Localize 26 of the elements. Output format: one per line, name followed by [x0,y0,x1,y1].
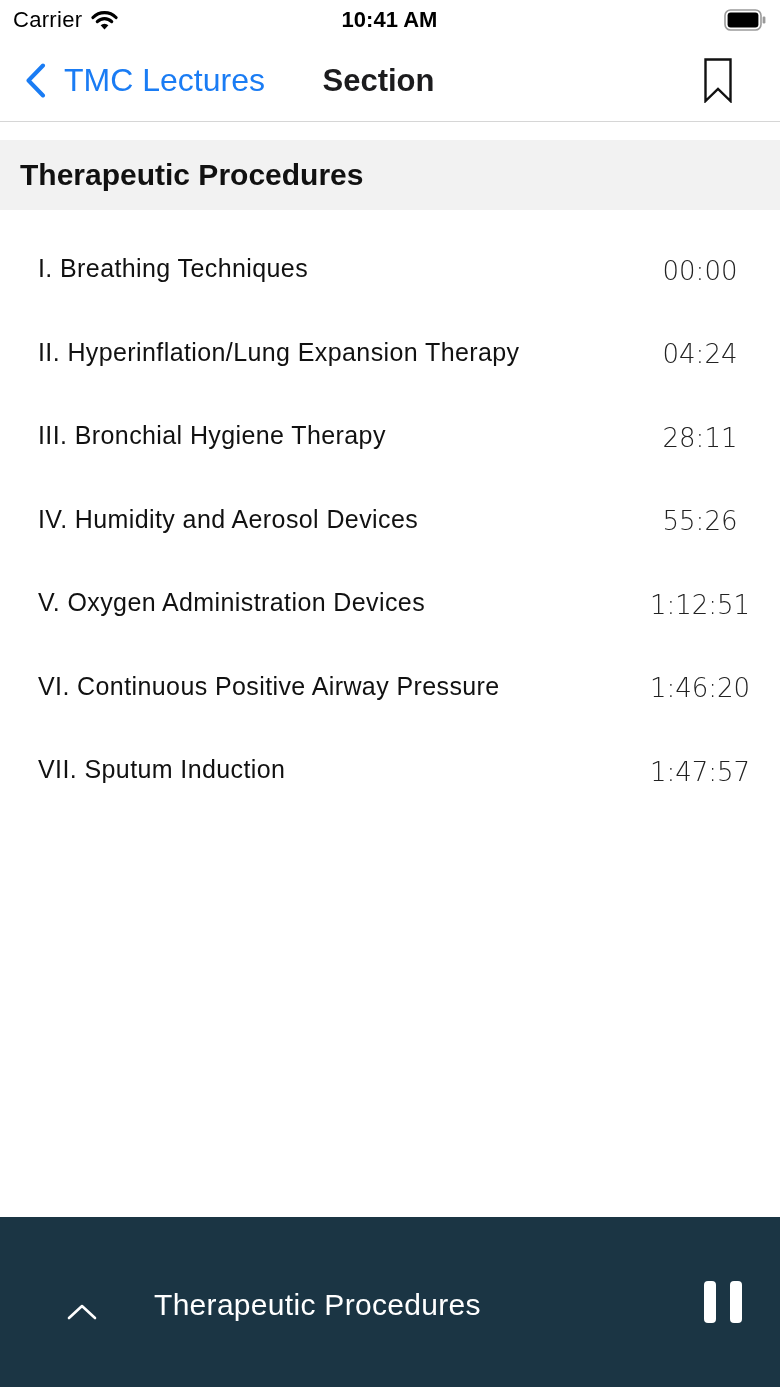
chapter-time: 1:12:51 [648,589,752,620]
bookmark-icon[interactable] [704,58,732,103]
chapter-time: 55:26 [661,506,739,537]
chapter-title[interactable]: IV. Humidity and Aerosol Devices [38,504,640,534]
pause-icon[interactable] [704,1281,742,1323]
chapter-title[interactable]: VI. Continuous Positive Airway Pressure [38,671,640,701]
chapter-time: 00:00 [661,255,739,286]
chapter-title[interactable]: II. Hyperinflation/Lung Expansion Therapy [38,337,640,367]
chapter-time: 28:11 [661,422,739,453]
chapter-title[interactable]: I. Breathing Techniques [38,254,640,284]
chapter-title[interactable]: V. Oxygen Administration Devices [38,588,640,618]
carrier-label: Carrier [13,7,83,33]
chevron-up-icon[interactable] [67,1302,97,1320]
chapter-title[interactable]: VII. Sputum Induction [38,755,640,785]
wifi-icon [91,10,119,30]
nav-title: Section [322,62,435,99]
back-button[interactable]: TMC Lectures [25,62,265,99]
section-title: Therapeutic Procedures [20,158,364,192]
back-chevron-icon [25,63,46,98]
chapter-time: 1:46:20 [648,673,752,704]
battery-icon [724,9,766,31]
chapter-time: 1:47:57 [648,756,752,787]
player-title: Therapeutic Procedures [154,1288,482,1322]
chapter-title[interactable]: III. Bronchial Hygiene Therapy [38,421,640,451]
clock-time: 10:41 AM [341,7,438,33]
chapter-time: 04:24 [661,339,739,370]
